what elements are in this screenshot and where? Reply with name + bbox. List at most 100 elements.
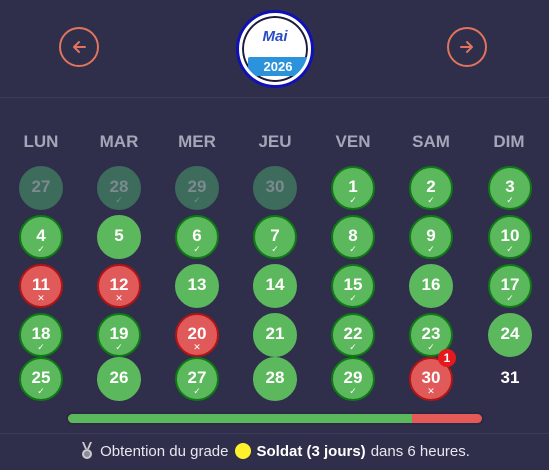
cross-icon: ✕: [427, 386, 435, 396]
check-icon: ✓: [349, 244, 357, 254]
check-icon: ✓: [349, 342, 357, 352]
rank-name: Soldat (3 jours): [256, 442, 366, 460]
calendar-day[interactable]: 22 ✓: [331, 313, 375, 357]
check-icon: ✓: [349, 195, 357, 205]
calendar-day[interactable]: 24: [488, 313, 532, 357]
check-icon: ✓: [271, 244, 279, 254]
calendar-day[interactable]: 7 ✓: [253, 215, 297, 259]
check-icon: ✓: [349, 386, 357, 396]
cross-icon: ✕: [37, 293, 45, 303]
check-icon: ✓: [506, 195, 514, 205]
calendar-day[interactable]: 5: [97, 215, 141, 259]
calendar-day[interactable]: 1 ✓: [331, 166, 375, 210]
calendar-day[interactable]: 8 ✓: [331, 215, 375, 259]
check-icon: ✓: [506, 244, 514, 254]
calendar-day[interactable]: 4 ✓: [19, 215, 63, 259]
check-icon: ✓: [37, 342, 45, 352]
calendar-day[interactable]: 19 ✓: [97, 313, 141, 357]
calendar-day[interactable]: 31: [488, 357, 532, 401]
check-icon: ✓: [193, 386, 201, 396]
day-number: 29: [343, 368, 363, 387]
day-number: 6: [192, 226, 202, 245]
day-number: 14: [265, 275, 285, 294]
day-number: 11: [32, 275, 50, 294]
calendar-day[interactable]: 11 ✕: [19, 264, 63, 308]
day-number: 30: [265, 177, 285, 196]
calendar-day[interactable]: 27 ✓: [175, 357, 219, 401]
day-number: 19: [109, 324, 129, 343]
check-icon: ✓: [37, 386, 45, 396]
calendar-day[interactable]: 29 ✓: [331, 357, 375, 401]
notification-badge: 1: [438, 349, 456, 367]
footer-prefix: Obtention du grade: [100, 442, 229, 460]
footer-suffix: dans 6 heures.: [370, 442, 470, 460]
check-icon: ✓: [193, 195, 201, 205]
calendar-day[interactable]: 15 ✓: [331, 264, 375, 308]
calendar-day[interactable]: 3 ✓: [488, 166, 532, 210]
calendar-day[interactable]: 25 ✓: [19, 357, 63, 401]
day-number: 2: [426, 177, 436, 196]
day-number: 21: [265, 324, 285, 343]
check-icon: ✓: [506, 293, 514, 303]
check-icon: ✓: [349, 293, 357, 303]
calendar-day[interactable]: 14: [253, 264, 297, 308]
calendar-day[interactable]: 9 ✓: [409, 215, 453, 259]
day-number: 20: [187, 324, 207, 343]
calendar-day[interactable]: 2 ✓: [409, 166, 453, 210]
check-icon: ✓: [427, 195, 435, 205]
day-number: 27: [187, 368, 207, 387]
calendar-grid: 27 28 ✓ 29 ✓ 30 1 ✓ 2 ✓ 3 ✓ 4 ✓ 5 6 ✓ 7 ✓ 8 ✓ 9 ✓ 10 ✓ 11 ✕ 12 ✕ 13 14…: [0, 0, 549, 470]
calendar-day[interactable]: 20 ✕: [175, 313, 219, 357]
check-icon: ✓: [37, 244, 45, 254]
day-number: 28: [109, 177, 129, 196]
day-number: 4: [36, 226, 46, 245]
day-number: 18: [31, 324, 51, 343]
calendar-day[interactable]: 17 ✓: [488, 264, 532, 308]
day-number: 30: [421, 368, 441, 387]
streak-progress-bar: [66, 412, 484, 425]
calendar-day[interactable]: 16: [409, 264, 453, 308]
day-number: 7: [270, 226, 280, 245]
calendar-day[interactable]: 27: [19, 166, 63, 210]
calendar-day[interactable]: 6 ✓: [175, 215, 219, 259]
footer-divider: [0, 433, 549, 434]
day-number: 10: [500, 226, 520, 245]
calendar-day[interactable]: 12 ✕: [97, 264, 141, 308]
check-icon: ✓: [115, 195, 123, 205]
cross-icon: ✕: [193, 342, 201, 352]
rank-dot: [234, 443, 251, 459]
calendar-day[interactable]: 30: [253, 166, 297, 210]
day-number: 17: [500, 275, 520, 294]
calendar-day[interactable]: 10 ✓: [488, 215, 532, 259]
day-number: 12: [109, 275, 129, 294]
calendar-day[interactable]: 29 ✓: [175, 166, 219, 210]
calendar-day[interactable]: 21: [253, 313, 297, 357]
day-number: 3: [505, 177, 515, 196]
rank-footer: Obtention du grade Soldat (3 jours) dans…: [0, 442, 549, 460]
check-icon: ✓: [115, 342, 123, 352]
day-number: 1: [348, 177, 358, 196]
calendar-day[interactable]: 28: [253, 357, 297, 401]
day-number: 28: [265, 368, 285, 387]
calendar-day[interactable]: 28 ✓: [97, 166, 141, 210]
day-number: 15: [343, 275, 363, 294]
day-number: 13: [187, 275, 207, 294]
day-number: 25: [31, 368, 51, 387]
day-number: 29: [187, 177, 207, 196]
progress-fill: [68, 414, 412, 423]
calendar-day[interactable]: 13: [175, 264, 219, 308]
day-number: 31: [500, 368, 520, 387]
day-number: 23: [421, 324, 441, 343]
medal-icon: [82, 442, 93, 459]
day-number: 8: [348, 226, 358, 245]
day-number: 26: [109, 368, 129, 387]
day-number: 24: [500, 324, 520, 343]
check-icon: ✓: [193, 244, 201, 254]
calendar-day[interactable]: 18 ✓: [19, 313, 63, 357]
calendar-day[interactable]: 26: [97, 357, 141, 401]
day-number: 22: [343, 324, 363, 343]
day-number: 5: [114, 226, 124, 245]
check-icon: ✓: [427, 244, 435, 254]
day-number: 27: [31, 177, 51, 196]
day-number: 16: [421, 275, 441, 294]
